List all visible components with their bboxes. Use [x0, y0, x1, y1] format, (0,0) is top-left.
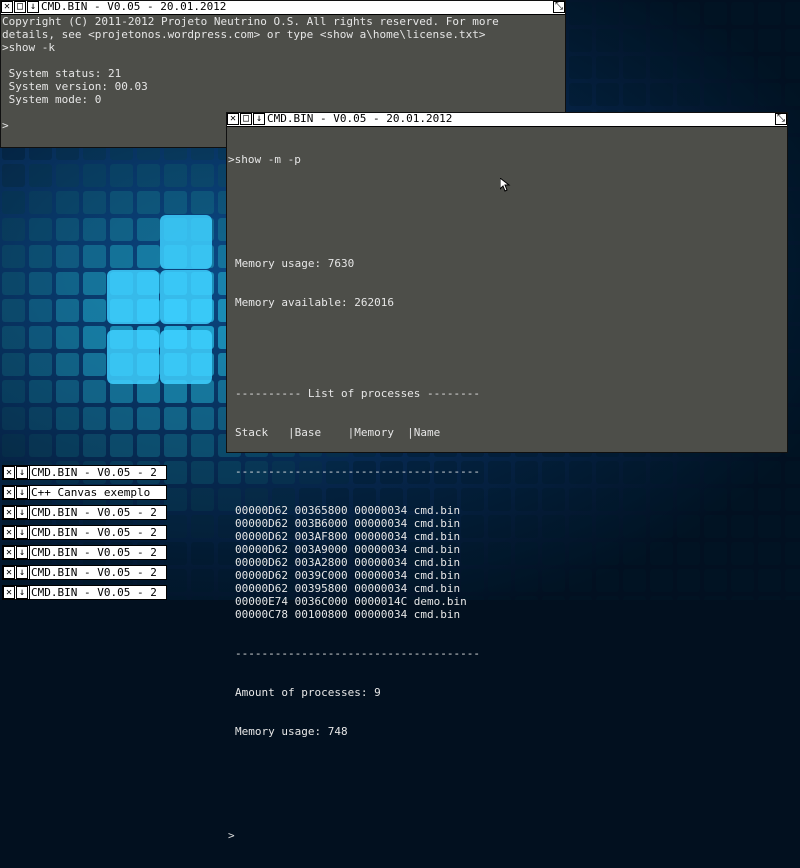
mouse-pointer-icon — [500, 178, 511, 192]
close-icon[interactable]: ✕ — [3, 486, 15, 499]
close-icon[interactable]: ✕ — [1, 1, 13, 13]
restore-icon[interactable]: ↓ — [16, 546, 28, 559]
close-icon[interactable]: ✕ — [3, 546, 15, 559]
process-row: 00000D62 003A2800 00000034 cmd.bin — [235, 556, 461, 569]
prompt[interactable]: > — [228, 829, 787, 842]
close-icon[interactable]: ✕ — [3, 506, 15, 519]
taskbar-item[interactable]: ✕ ↓ CMD.BIN - V0.05 - 2 — [2, 525, 167, 540]
maximize-icon[interactable]: □ — [240, 113, 252, 125]
command-line: >show -m -p — [228, 153, 301, 166]
separator: ------------------------------------- — [235, 647, 481, 660]
memory-usage: Memory usage: 7630 — [235, 257, 355, 270]
process-row: 00000D62 003A9000 00000034 cmd.bin — [235, 543, 461, 556]
taskbar-item-label: CMD.BIN - V0.05 - 2 — [29, 586, 166, 599]
restore-icon[interactable]: ↓ — [16, 526, 28, 539]
process-list-header: ---------- List of processes -------- — [235, 387, 481, 400]
process-row: 00000C78 00100800 00000034 cmd.bin — [235, 608, 461, 621]
taskbar-item-label: C++ Canvas exemplo — [29, 486, 166, 499]
process-count: Amount of processes: 9 — [235, 686, 381, 699]
process-row: 00000D62 00395800 00000034 cmd.bin — [235, 582, 461, 595]
taskbar-item[interactable]: ✕ ↓ CMD.BIN - V0.05 - 2 — [2, 585, 167, 600]
resize-icon[interactable]: ⤡ — [775, 113, 787, 125]
console-line: >show -k — [2, 41, 55, 54]
window-title: CMD.BIN - V0.05 - 20.01.2012 — [267, 113, 453, 125]
title-bar[interactable]: ✕ □ ↓ CMD.BIN - V0.05 - 20.01.2012 ⤡ — [227, 113, 787, 127]
restore-icon[interactable]: ↓ — [16, 486, 28, 499]
console-output[interactable]: >show -m -p Memory usage: 7630 Memory av… — [227, 127, 787, 868]
resize-icon[interactable]: ⤡ — [553, 1, 565, 13]
taskbar-item[interactable]: ✕ ↓ C++ Canvas exemplo — [2, 485, 167, 500]
restore-icon[interactable]: ↓ — [16, 586, 28, 599]
memory-available: Memory available: 262016 — [235, 296, 394, 309]
console-line: System status: 21 — [2, 67, 122, 80]
process-row: 00000D62 003AF800 00000034 cmd.bin — [235, 530, 461, 543]
taskbar-item-label: CMD.BIN - V0.05 - 2 — [29, 506, 166, 519]
close-icon[interactable]: ✕ — [3, 586, 15, 599]
taskbar-item[interactable]: ✕ ↓ CMD.BIN - V0.05 - 2 — [2, 565, 167, 580]
console-line: Copyright (C) 2011-2012 Projeto Neutrino… — [2, 15, 499, 28]
process-list: 00000D62 00365800 00000034 cmd.bin 00000D… — [235, 504, 787, 621]
close-icon[interactable]: ✕ — [3, 566, 15, 579]
taskbar-item[interactable]: ✕ ↓ CMD.BIN - V0.05 - 2 — [2, 505, 167, 520]
restore-icon[interactable]: ↓ — [16, 466, 28, 479]
separator: ------------------------------------- — [235, 465, 481, 478]
taskbar-item-label: CMD.BIN - V0.05 - 2 — [29, 546, 166, 559]
console-window-2[interactable]: ✕ □ ↓ CMD.BIN - V0.05 - 20.01.2012 ⤡ >sh… — [226, 112, 788, 842]
close-icon[interactable]: ✕ — [3, 526, 15, 539]
process-row: 00000E74 0036C000 0000014C demo.bin — [235, 595, 467, 608]
process-row: 00000D62 00365800 00000034 cmd.bin — [235, 504, 461, 517]
process-row: 00000D62 0039C000 00000034 cmd.bin — [235, 569, 461, 582]
title-bar[interactable]: ✕ □ ↓ CMD.BIN - V0.05 - 20.01.2012 ⤡ — [1, 1, 565, 15]
console-line: System mode: 0 — [2, 93, 102, 106]
restore-icon[interactable]: ↓ — [16, 506, 28, 519]
minimize-icon[interactable]: ↓ — [27, 1, 39, 13]
console-line: details, see <projetonos.wordpress.com> … — [2, 28, 486, 41]
taskbar-item-label: CMD.BIN - V0.05 - 2 — [29, 566, 166, 579]
process-row: 00000D62 003B6000 00000034 cmd.bin — [235, 517, 461, 530]
memory-usage-summary: Memory usage: 748 — [235, 725, 348, 738]
close-icon[interactable]: ✕ — [3, 466, 15, 479]
window-title: CMD.BIN - V0.05 - 20.01.2012 — [41, 1, 227, 13]
minimize-icon[interactable]: ↓ — [253, 113, 265, 125]
restore-icon[interactable]: ↓ — [16, 566, 28, 579]
taskbar-item[interactable]: ✕ ↓ CMD.BIN - V0.05 - 2 — [2, 465, 167, 480]
console-line: System version: 00.03 — [2, 80, 148, 93]
process-columns: Stack |Base |Memory |Name — [235, 426, 441, 439]
taskbar-item-label: CMD.BIN - V0.05 - 2 — [29, 526, 166, 539]
close-icon[interactable]: ✕ — [227, 113, 239, 125]
taskbar-item[interactable]: ✕ ↓ CMD.BIN - V0.05 - 2 — [2, 545, 167, 560]
maximize-icon[interactable]: □ — [14, 1, 26, 13]
taskbar-item-label: CMD.BIN - V0.05 - 2 — [29, 466, 166, 479]
